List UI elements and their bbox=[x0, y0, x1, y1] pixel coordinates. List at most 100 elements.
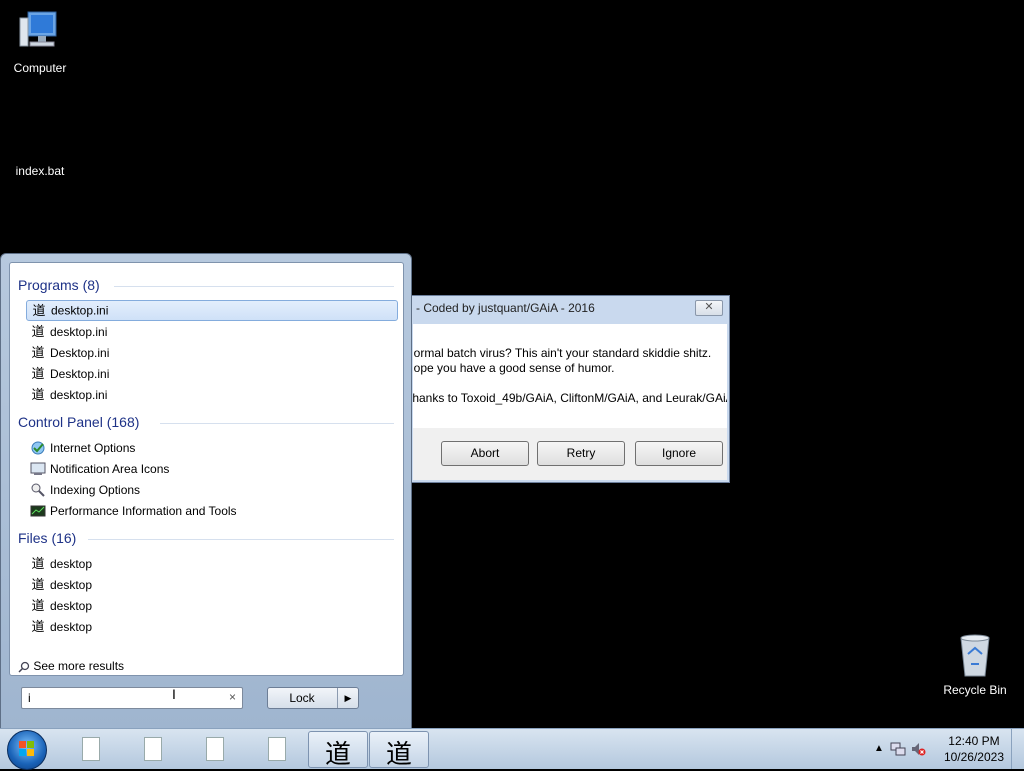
program-result-label: desktop.ini bbox=[50, 324, 108, 339]
files-section-header: Files (16) bbox=[18, 530, 394, 546]
clock-date: 10/26/2023 bbox=[943, 750, 1004, 764]
dialog-message-line: Thanks to Toxoid_49b/GAiA, CliftonM/GAiA… bbox=[413, 391, 727, 405]
file-result-item[interactable]: 道 desktop bbox=[26, 574, 396, 594]
file-result-item[interactable]: 道 desktop bbox=[26, 553, 396, 573]
retry-button[interactable]: Retry bbox=[537, 441, 625, 466]
recycle-bin-label: Recycle Bin bbox=[943, 683, 1007, 697]
dialog-message-line: Hope you have a good sense of humor. bbox=[413, 361, 615, 375]
file-result-item[interactable]: 道 desktop bbox=[26, 595, 396, 615]
document-icon bbox=[82, 737, 100, 761]
computer-icon bbox=[19, 11, 57, 47]
search-input[interactable]: i I × bbox=[21, 686, 243, 709]
control-panel-result-item[interactable]: Indexing Options bbox=[26, 479, 396, 499]
see-more-results-link[interactable]: See more results bbox=[18, 659, 124, 673]
kanji-app-icon: 道 bbox=[385, 740, 412, 770]
system-tray: ▲ 12:40 PM 10/26/2023 bbox=[864, 729, 1024, 769]
volume-muted-icon[interactable] bbox=[910, 741, 926, 757]
clock-time: 12:40 PM bbox=[948, 734, 1000, 748]
indexing-options-icon bbox=[30, 482, 46, 498]
taskbar-button[interactable] bbox=[60, 731, 118, 766]
clear-search-icon[interactable]: × bbox=[229, 690, 236, 704]
search-results-panel: Programs (8) 道 desktop.ini 道 desktop.ini 道… bbox=[9, 262, 404, 676]
computer-desktop-icon[interactable]: Computer bbox=[0, 8, 80, 75]
show-desktop-button[interactable] bbox=[1011, 729, 1024, 769]
start-button[interactable] bbox=[7, 730, 47, 770]
document-icon bbox=[268, 737, 286, 761]
section-divider bbox=[160, 423, 394, 424]
program-result-item[interactable]: 道 desktop.ini bbox=[26, 321, 396, 341]
control-panel-section-header: Control Panel (168) bbox=[18, 414, 394, 430]
dialog-title: - Coded by justquant/GAiA - 2016 bbox=[416, 301, 595, 315]
abort-button[interactable]: Abort bbox=[441, 441, 529, 466]
computer-label: Computer bbox=[13, 61, 67, 75]
programs-section-title: Programs (8) bbox=[18, 277, 100, 293]
network-icon[interactable] bbox=[890, 741, 906, 757]
program-result-label: Desktop.ini bbox=[50, 366, 110, 381]
file-icon: 道 bbox=[31, 576, 45, 592]
index-bat-label: index.bat bbox=[15, 164, 65, 178]
windows-logo-icon bbox=[19, 741, 34, 756]
program-result-item[interactable]: 道 desktop.ini bbox=[26, 300, 398, 321]
lock-button[interactable]: Lock ▶ bbox=[267, 687, 359, 709]
file-icon: 道 bbox=[31, 555, 45, 571]
program-result-label: desktop.ini bbox=[51, 303, 109, 318]
program-result-item[interactable]: 道 Desktop.ini bbox=[26, 342, 396, 362]
ignore-button[interactable]: Ignore bbox=[635, 441, 723, 466]
control-panel-section-title: Control Panel (168) bbox=[18, 414, 140, 430]
performance-tools-icon bbox=[30, 503, 46, 519]
control-panel-result-item[interactable]: Notification Area Icons bbox=[26, 458, 396, 478]
dialog-message-line bbox=[413, 376, 727, 391]
dialog-button-bar: Abort Retry Ignore bbox=[413, 428, 727, 480]
file-icon: 道 bbox=[31, 597, 45, 613]
recycle-bin-icon bbox=[960, 634, 990, 677]
section-divider bbox=[114, 286, 394, 287]
kanji-app-icon: 道 bbox=[324, 740, 351, 770]
show-hidden-icons-icon[interactable]: ▲ bbox=[874, 743, 884, 754]
file-result-item[interactable]: 道 desktop bbox=[26, 616, 396, 636]
taskbar-button[interactable] bbox=[122, 731, 180, 766]
control-panel-result-item[interactable]: Performance Information and Tools bbox=[26, 500, 396, 520]
ini-file-icon: 道 bbox=[31, 344, 45, 360]
recycle-bin-desktop-icon[interactable]: Recycle Bin bbox=[935, 630, 1015, 697]
ini-file-icon: 道 bbox=[31, 386, 45, 402]
control-panel-result-item[interactable]: Internet Options bbox=[26, 437, 396, 457]
dialog-titlebar[interactable]: - Coded by justquant/GAiA - 2016 ✕ bbox=[411, 296, 729, 320]
program-result-label: Desktop.ini bbox=[50, 345, 110, 360]
text-cursor-icon: I bbox=[172, 686, 176, 702]
dialog-close-button[interactable]: ✕ bbox=[695, 300, 723, 316]
internet-options-icon bbox=[30, 440, 46, 456]
programs-section-header: Programs (8) bbox=[18, 277, 394, 293]
section-divider bbox=[88, 539, 394, 540]
dialog-message-line: Normal batch virus? This ain't your stan… bbox=[413, 346, 712, 360]
control-panel-result-label: Performance Information and Tools bbox=[50, 503, 237, 518]
file-result-label: desktop bbox=[50, 598, 93, 613]
ini-file-icon: 道 bbox=[31, 323, 45, 339]
taskbar-button[interactable] bbox=[246, 731, 304, 766]
program-result-item[interactable]: 道 desktop.ini bbox=[26, 384, 396, 404]
index-bat-desktop-icon[interactable]: index.bat bbox=[0, 162, 80, 178]
power-options-arrow-icon[interactable]: ▶ bbox=[337, 688, 358, 708]
lock-button-label: Lock bbox=[289, 691, 315, 705]
file-result-label: desktop bbox=[50, 577, 93, 592]
control-panel-result-label: Indexing Options bbox=[50, 482, 141, 497]
files-section-title: Files (16) bbox=[18, 530, 77, 546]
taskbar-button[interactable]: 道 bbox=[308, 731, 368, 770]
document-icon bbox=[144, 737, 162, 761]
see-more-results-label: See more results bbox=[33, 659, 125, 673]
file-icon: 道 bbox=[31, 618, 45, 634]
clock[interactable]: 12:40 PM 10/26/2023 bbox=[944, 733, 1004, 765]
dialog-body: Normal batch virus? This ain't your stan… bbox=[413, 324, 727, 480]
taskbar: 道 道 ▲ 12:40 PM 10/26/2023 bbox=[0, 728, 1024, 770]
ini-file-icon: 道 bbox=[32, 302, 46, 318]
taskbar-button[interactable] bbox=[184, 731, 242, 766]
control-panel-result-label: Notification Area Icons bbox=[50, 461, 170, 476]
program-result-item[interactable]: 道 Desktop.ini bbox=[26, 363, 396, 383]
program-result-label: desktop.ini bbox=[50, 387, 108, 402]
file-result-label: desktop bbox=[50, 556, 93, 571]
search-icon bbox=[18, 661, 30, 673]
document-icon bbox=[206, 737, 224, 761]
dialog-message: Normal batch virus? This ain't your stan… bbox=[413, 346, 727, 406]
taskbar-button[interactable]: 道 bbox=[369, 731, 429, 770]
control-panel-result-label: Internet Options bbox=[50, 440, 136, 455]
file-result-label: desktop bbox=[50, 619, 93, 634]
